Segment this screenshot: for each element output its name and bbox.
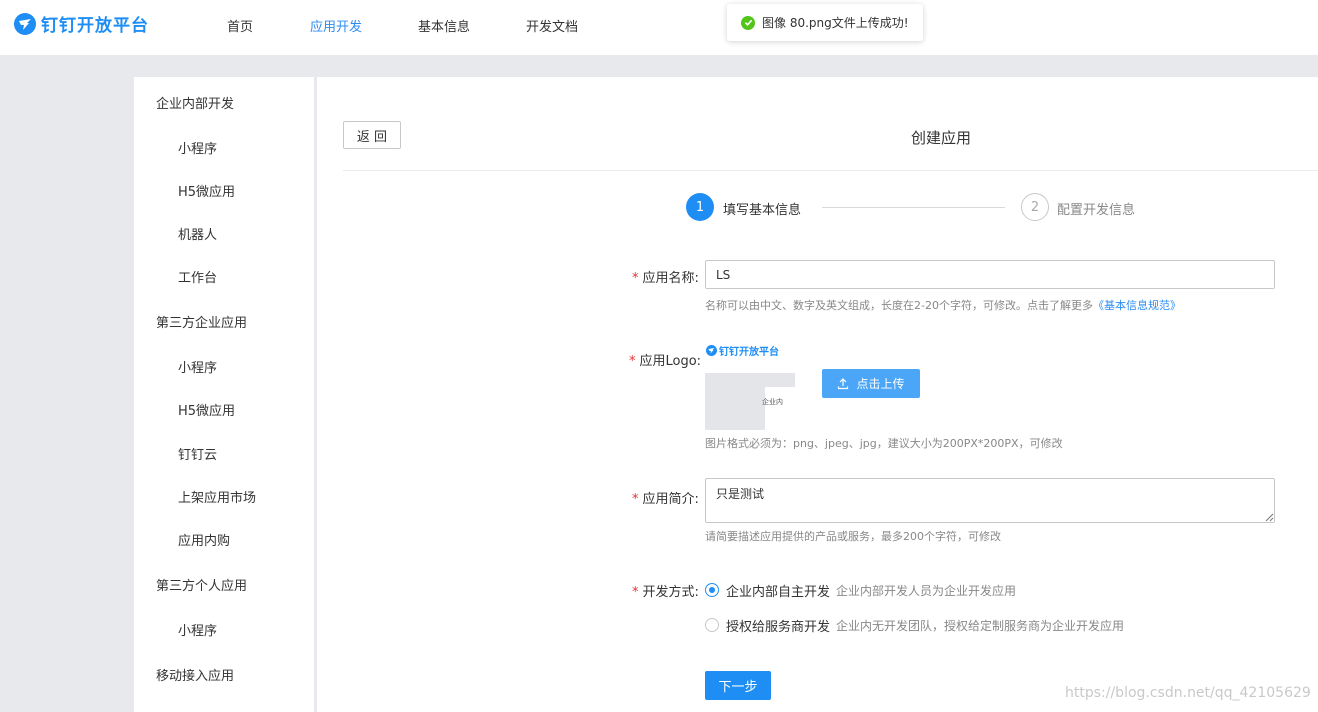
sidebar-item-workbench[interactable]: 工作台 <box>178 267 217 286</box>
dingtalk-logo-icon <box>14 12 36 35</box>
nav-app-dev[interactable]: 应用开发 <box>310 16 362 35</box>
sidebar-group-mobile-access[interactable]: 移动接入应用 <box>156 665 234 684</box>
radio-provider-dev[interactable] <box>705 618 719 632</box>
step-1-indicator: 1 <box>686 193 714 221</box>
page-title: 创建应用 <box>911 129 972 147</box>
upload-icon <box>838 377 849 389</box>
check-circle-icon <box>741 15 755 30</box>
current-logo-image: 钉钉开放平台 <box>706 343 779 358</box>
app-name-label: * 应用名称: <box>632 271 699 286</box>
app-intro-hint: 请简要描述应用提供的产品或服务，最多200个字符，可修改 <box>705 530 1001 543</box>
logo-preview-thumbnail: 企业内 <box>705 373 795 430</box>
dev-mode-label: * 开发方式: <box>632 585 699 600</box>
radio-internal-dev-label[interactable]: 企业内部自主开发 <box>726 581 830 600</box>
radio-provider-dev-label[interactable]: 授权给服务商开发 <box>726 616 830 635</box>
sidebar-item-h5[interactable]: H5微应用 <box>178 181 235 200</box>
app-logo-label: * 应用Logo: <box>629 354 702 369</box>
sidebar-item-mini-program[interactable]: 小程序 <box>178 138 217 157</box>
step-2-label: 配置开发信息 <box>1057 203 1136 218</box>
upload-button[interactable]: 点击上传 <box>822 369 920 398</box>
back-button[interactable]: 返 回 <box>343 121 401 149</box>
nav-dev-docs[interactable]: 开发文档 <box>526 16 578 35</box>
sidebar-group-third-party-personal[interactable]: 第三方个人应用 <box>156 575 247 594</box>
site-logo[interactable]: 钉钉开放平台 <box>14 11 149 36</box>
main-panel: 返 回 创建应用 1 填写基本信息 2 配置开发信息 *应用名称: 名称可以由中… <box>317 77 1318 712</box>
required-mark: * <box>632 585 639 600</box>
top-navigation-bar: 钉钉开放平台 首页 应用开发 基本信息 开发文档 图像 80.png文件上传成功… <box>0 0 1318 55</box>
dingtalk-logo-icon <box>706 345 717 356</box>
app-logo-hint: 图片格式必须为：png、jpeg、jpg，建议大小为200PX*200PX，可修… <box>705 437 1063 450</box>
sidebar-item-in-app-purchase[interactable]: 应用内购 <box>178 530 230 549</box>
required-mark: * <box>629 354 636 369</box>
step-1-label: 填写基本信息 <box>723 203 802 218</box>
sidebar: 企业内部开发 小程序 H5微应用 机器人 工作台 第三方企业应用 小程序 H5微… <box>134 77 314 712</box>
next-button[interactable]: 下一步 <box>705 671 771 700</box>
basic-info-spec-link[interactable]: 《基本信息规范》 <box>1093 299 1181 312</box>
nav-basic-info[interactable]: 基本信息 <box>418 16 470 35</box>
step-2-indicator: 2 <box>1021 193 1049 221</box>
upload-success-toast: 图像 80.png文件上传成功! <box>727 4 923 41</box>
sidebar-group-internal[interactable]: 企业内部开发 <box>156 93 234 112</box>
watermark: https://blog.csdn.net/qq_42105629 <box>1065 685 1311 701</box>
toast-message: 图像 80.png文件上传成功! <box>762 16 909 30</box>
logo-text: 钉钉开放平台 <box>41 16 149 36</box>
radio-internal-dev[interactable] <box>705 583 719 597</box>
sidebar-group-third-party-enterprise[interactable]: 第三方企业应用 <box>156 312 247 331</box>
required-mark: * <box>632 492 639 507</box>
header-divider <box>343 170 1318 171</box>
app-name-input[interactable] <box>705 260 1275 289</box>
resize-grip-icon[interactable] <box>1265 513 1274 522</box>
sidebar-item-mini-program[interactable]: 小程序 <box>178 357 217 376</box>
sidebar-item-cloud[interactable]: 钉钉云 <box>178 444 217 463</box>
required-mark: * <box>632 271 639 286</box>
sidebar-item-mini-program[interactable]: 小程序 <box>178 620 217 639</box>
sidebar-item-h5[interactable]: H5微应用 <box>178 400 235 419</box>
app-intro-label: * 应用简介: <box>632 492 699 507</box>
sidebar-item-market[interactable]: 上架应用市场 <box>178 487 256 506</box>
radio-internal-dev-desc: 企业内部开发人员为企业开发应用 <box>836 584 1017 598</box>
step-connector <box>822 207 1005 208</box>
radio-provider-dev-desc: 企业内无开发团队，授权给定制服务商为企业开发应用 <box>836 619 1125 633</box>
sidebar-item-robot[interactable]: 机器人 <box>178 224 217 243</box>
nav-home[interactable]: 首页 <box>227 16 253 35</box>
app-intro-textarea[interactable]: 只是测试 <box>705 478 1275 523</box>
app-name-hint: 名称可以由中文、数字及英文组成，长度在2-20个字符，可修改。点击了解更多《基本… <box>705 299 1181 312</box>
